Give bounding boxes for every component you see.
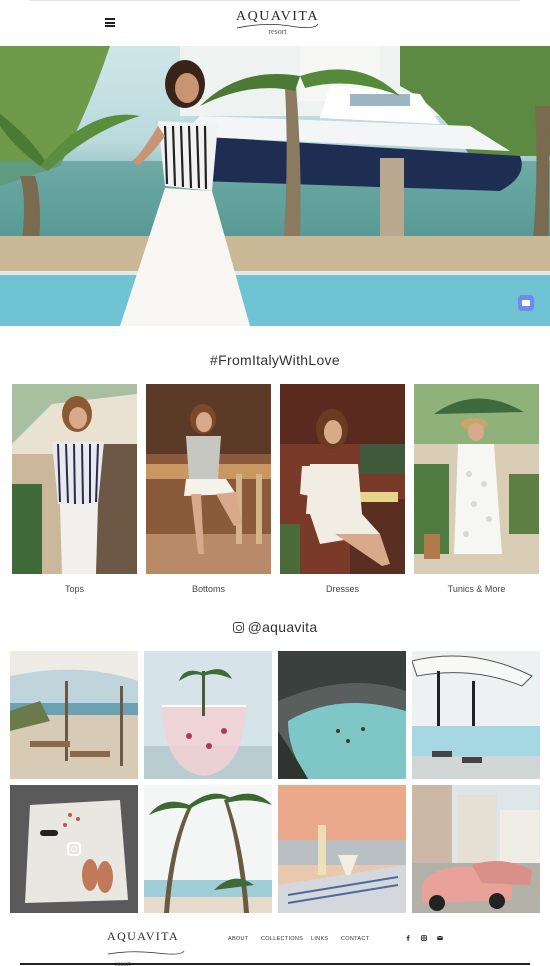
collection-label[interactable]: Bottoms [146, 584, 271, 594]
instagram-post[interactable] [144, 785, 272, 913]
instagram-post[interactable] [412, 785, 540, 913]
logo-wave [236, 23, 319, 29]
instagram-handle[interactable]: @aquavita [248, 619, 318, 635]
site-logo[interactable]: AQUAVITA resort [235, 10, 320, 36]
footer-nav-links[interactable]: LINKS [311, 936, 328, 942]
instagram-post[interactable] [278, 785, 406, 913]
instagram-post[interactable] [278, 651, 406, 779]
email-icon[interactable] [437, 935, 443, 941]
collection-image-dresses[interactable] [280, 384, 405, 574]
collection-label[interactable]: Tunics & More [414, 584, 539, 594]
collections-title: #FromItalyWithLove [210, 352, 340, 368]
collection-image-tops[interactable] [12, 384, 137, 574]
footer-nav-collections[interactable]: COLLECTIONS [261, 936, 303, 942]
footer-logo-wave [107, 950, 185, 955]
collection-card-tunics[interactable]: Tunics & More [414, 384, 539, 594]
collection-card-tops[interactable]: Tops [12, 384, 137, 594]
instagram-title[interactable]: @aquavita [0, 619, 550, 635]
instagram-post[interactable] [10, 785, 138, 913]
footer-nav-contact[interactable]: CONTACT [341, 936, 369, 942]
hero-banner [0, 46, 550, 326]
instagram-icon [232, 622, 244, 633]
facebook-icon[interactable] [405, 935, 411, 941]
footer-logo-wordmark: AQUAVITA [107, 929, 180, 943]
instagram-overlay-icon [67, 842, 81, 856]
site-header: AQUAVITA resort [0, 0, 550, 46]
footer-nav-about[interactable]: ABOUT [228, 936, 248, 942]
instagram-icon[interactable] [421, 935, 427, 941]
collection-label[interactable]: Tops [12, 584, 137, 594]
site-footer: AQUAVITA resort ABOUT COLLECTIONS LINKS … [0, 920, 550, 966]
collection-card-dresses[interactable]: Dresses [280, 384, 405, 594]
chat-widget-button[interactable] [518, 295, 534, 311]
collection-card-bottoms[interactable]: Bottoms [146, 384, 271, 594]
collection-label[interactable]: Dresses [280, 584, 405, 594]
footer-logo[interactable]: AQUAVITA resort [107, 930, 187, 966]
collection-image-tunics[interactable] [414, 384, 539, 574]
instagram-post[interactable] [412, 651, 540, 779]
hero-image [0, 46, 550, 326]
instagram-post[interactable] [144, 651, 272, 779]
instagram-post[interactable] [10, 651, 138, 779]
footer-bottom-bar [20, 963, 530, 965]
collection-image-bottoms[interactable] [146, 384, 271, 574]
menu-hamburger-icon[interactable] [105, 18, 115, 27]
